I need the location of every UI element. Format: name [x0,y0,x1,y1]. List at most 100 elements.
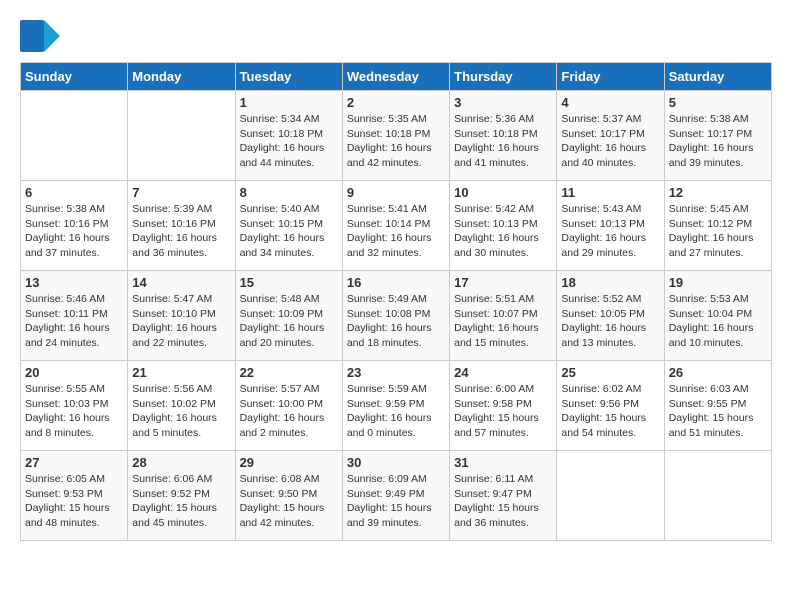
day-number: 5 [669,95,767,110]
day-info: Sunrise: 5:41 AMSunset: 10:14 PMDaylight… [347,202,445,261]
day-info: Sunrise: 5:38 AMSunset: 10:17 PMDaylight… [669,112,767,171]
calendar-cell: 15Sunrise: 5:48 AMSunset: 10:09 PMDaylig… [235,271,342,361]
calendar-cell [664,451,771,541]
page-header [20,20,772,52]
calendar-cell: 11 Sunrise: 5:43 AMSunset: 10:13 PMDaylig… [557,181,664,271]
weekday-header: Friday [557,63,664,91]
day-info: Sunrise: 5:55 AMSunset: 10:03 PMDaylight… [25,382,123,441]
weekday-header: Wednesday [342,63,449,91]
calendar-cell: 28 Sunrise: 6:06 AMSunset: 9:52 PMDayligh… [128,451,235,541]
day-info: Sunrise: 5:45 AMSunset: 10:12 PMDaylight… [669,202,767,261]
day-info: Sunrise: 5:59 AMSunset: 9:59 PMDaylight:… [347,382,445,441]
calendar-cell: 30 Sunrise: 6:09 AMSunset: 9:49 PMDayligh… [342,451,449,541]
day-number: 25 [561,365,659,380]
day-number: 12 [669,185,767,200]
day-number: 15 [240,275,338,290]
day-info: Sunrise: 5:57 AMSunset: 10:00 PMDaylight… [240,382,338,441]
day-number: 31 [454,455,552,470]
day-info: Sunrise: 5:37 AMSunset: 10:17 PMDaylight… [561,112,659,171]
calendar-cell [128,91,235,181]
calendar-cell: 12 Sunrise: 5:45 AMSunset: 10:12 PMDaylig… [664,181,771,271]
day-number: 30 [347,455,445,470]
calendar-cell: 6 Sunrise: 5:38 AMSunset: 10:16 PMDayligh… [21,181,128,271]
day-info: Sunrise: 5:47 AMSunset: 10:10 PMDaylight… [132,292,230,351]
day-info: Sunrise: 5:39 AMSunset: 10:16 PMDaylight… [132,202,230,261]
day-info: Sunrise: 6:08 AMSunset: 9:50 PMDaylight:… [240,472,338,531]
calendar-cell: 31Sunrise: 6:11 AMSunset: 9:47 PMDayligh… [450,451,557,541]
day-info: Sunrise: 6:00 AMSunset: 9:58 PMDaylight:… [454,382,552,441]
day-number: 4 [561,95,659,110]
calendar-cell: 27 Sunrise: 6:05 AMSunset: 9:53 PMDayligh… [21,451,128,541]
weekday-header: Monday [128,63,235,91]
day-info: Sunrise: 6:09 AMSunset: 9:49 PMDaylight:… [347,472,445,531]
calendar-cell: 2 Sunrise: 5:35 AMSunset: 10:18 PMDayligh… [342,91,449,181]
calendar-cell: 8 Sunrise: 5:40 AMSunset: 10:15 PMDayligh… [235,181,342,271]
calendar-cell: 1 Sunrise: 5:34 AMSunset: 10:18 PMDayligh… [235,91,342,181]
day-number: 3 [454,95,552,110]
weekday-header: Thursday [450,63,557,91]
day-info: Sunrise: 5:34 AMSunset: 10:18 PMDaylight… [240,112,338,171]
day-number: 9 [347,185,445,200]
day-info: Sunrise: 5:35 AMSunset: 10:18 PMDaylight… [347,112,445,171]
day-number: 2 [347,95,445,110]
day-number: 18 [561,275,659,290]
day-number: 16 [347,275,445,290]
day-number: 11 [561,185,659,200]
calendar-cell: 16 Sunrise: 5:49 AMSunset: 10:08 PMDaylig… [342,271,449,361]
day-info: Sunrise: 5:56 AMSunset: 10:02 PMDaylight… [132,382,230,441]
calendar-cell: 14 Sunrise: 5:47 AMSunset: 10:10 PMDaylig… [128,271,235,361]
calendar-cell: 3 Sunrise: 5:36 AMSunset: 10:18 PMDayligh… [450,91,557,181]
calendar-cell: 10Sunrise: 5:42 AMSunset: 10:13 PMDaylig… [450,181,557,271]
calendar-cell: 20 Sunrise: 5:55 AMSunset: 10:03 PMDaylig… [21,361,128,451]
calendar-cell: 22 Sunrise: 5:57 AMSunset: 10:00 PMDaylig… [235,361,342,451]
calendar-cell: 29 Sunrise: 6:08 AMSunset: 9:50 PMDayligh… [235,451,342,541]
calendar-cell: 9 Sunrise: 5:41 AMSunset: 10:14 PMDayligh… [342,181,449,271]
calendar-cell: 17 Sunrise: 5:51 AMSunset: 10:07 PMDaylig… [450,271,557,361]
day-info: Sunrise: 5:46 AMSunset: 10:11 PMDaylight… [25,292,123,351]
day-number: 14 [132,275,230,290]
calendar-cell: 13 Sunrise: 5:46 AMSunset: 10:11 PMDaylig… [21,271,128,361]
day-info: Sunrise: 5:49 AMSunset: 10:08 PMDaylight… [347,292,445,351]
calendar-cell: 21 Sunrise: 5:56 AMSunset: 10:02 PMDaylig… [128,361,235,451]
logo-icon [20,20,60,52]
day-number: 6 [25,185,123,200]
day-info: Sunrise: 6:06 AMSunset: 9:52 PMDaylight:… [132,472,230,531]
day-number: 22 [240,365,338,380]
day-number: 20 [25,365,123,380]
day-info: Sunrise: 6:02 AMSunset: 9:56 PMDaylight:… [561,382,659,441]
day-number: 17 [454,275,552,290]
calendar-cell: 19 Sunrise: 5:53 AMSunset: 10:04 PMDaylig… [664,271,771,361]
day-number: 8 [240,185,338,200]
day-number: 23 [347,365,445,380]
day-number: 21 [132,365,230,380]
day-info: Sunrise: 5:38 AMSunset: 10:16 PMDaylight… [25,202,123,261]
day-info: Sunrise: 5:40 AMSunset: 10:15 PMDaylight… [240,202,338,261]
calendar-cell: 26 Sunrise: 6:03 AMSunset: 9:55 PMDayligh… [664,361,771,451]
day-info: Sunrise: 5:53 AMSunset: 10:04 PMDaylight… [669,292,767,351]
day-number: 1 [240,95,338,110]
calendar-cell [21,91,128,181]
calendar-cell: 7 Sunrise: 5:39 AMSunset: 10:16 PMDayligh… [128,181,235,271]
day-info: Sunrise: 5:36 AMSunset: 10:18 PMDaylight… [454,112,552,171]
weekday-header: Tuesday [235,63,342,91]
calendar-cell: 4 Sunrise: 5:37 AMSunset: 10:17 PMDayligh… [557,91,664,181]
day-number: 28 [132,455,230,470]
day-info: Sunrise: 5:52 AMSunset: 10:05 PMDaylight… [561,292,659,351]
day-number: 7 [132,185,230,200]
calendar-cell: 5 Sunrise: 5:38 AMSunset: 10:17 PMDayligh… [664,91,771,181]
day-number: 26 [669,365,767,380]
day-number: 13 [25,275,123,290]
day-info: Sunrise: 6:05 AMSunset: 9:53 PMDaylight:… [25,472,123,531]
day-number: 29 [240,455,338,470]
day-number: 10 [454,185,552,200]
day-info: Sunrise: 5:51 AMSunset: 10:07 PMDaylight… [454,292,552,351]
day-info: Sunrise: 6:03 AMSunset: 9:55 PMDaylight:… [669,382,767,441]
day-number: 24 [454,365,552,380]
logo [20,20,64,52]
calendar-cell: 18 Sunrise: 5:52 AMSunset: 10:05 PMDaylig… [557,271,664,361]
day-number: 19 [669,275,767,290]
weekday-header: Saturday [664,63,771,91]
calendar-table: SundayMondayTuesdayWednesdayThursdayFrid… [20,62,772,541]
day-number: 27 [25,455,123,470]
day-info: Sunrise: 5:43 AMSunset: 10:13 PMDaylight… [561,202,659,261]
